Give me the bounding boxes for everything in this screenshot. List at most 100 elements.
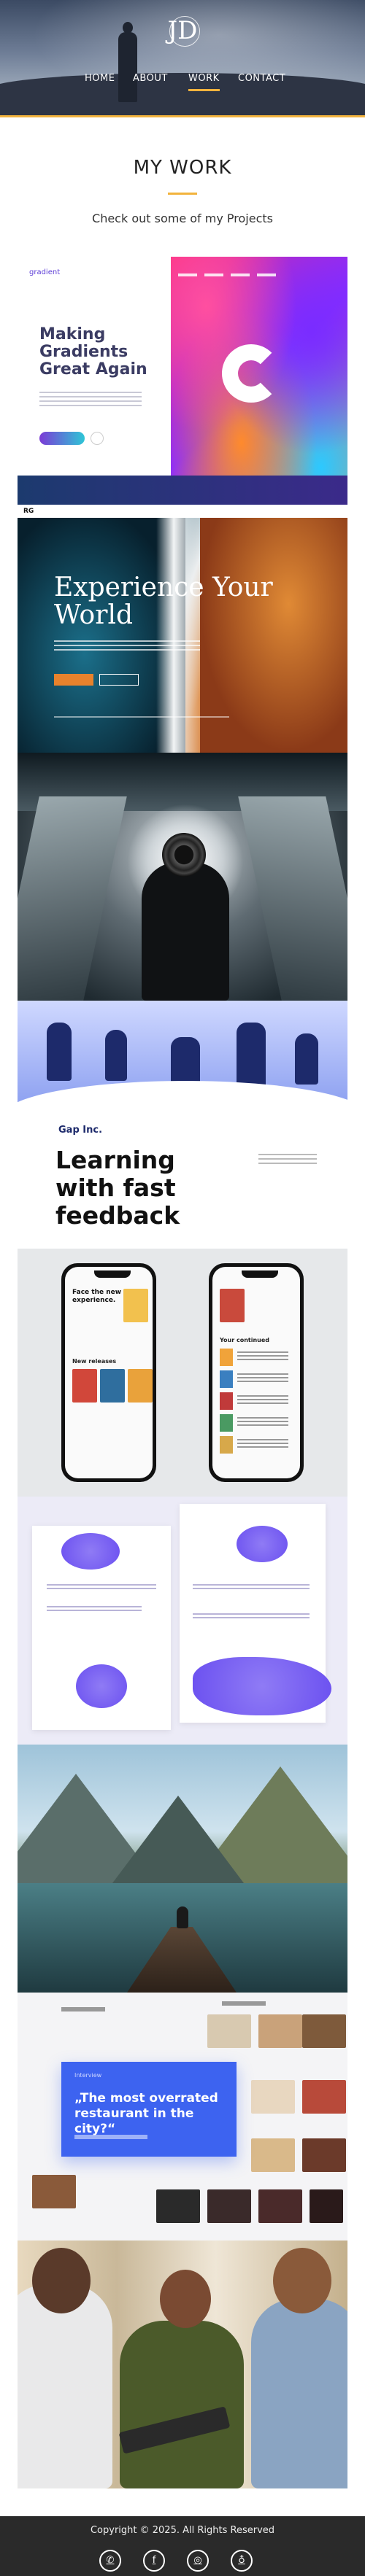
title-underline [168,193,197,195]
whatsapp-icon[interactable]: ✆ [99,2550,121,2572]
footer-copyright: Copyright © 2025. All Rights Reserved [90,2525,275,2536]
gap-brand: Gap Inc. [58,1125,103,1136]
food-thumbnail [302,2080,346,2114]
food-thumbnail [207,2189,251,2223]
hero-banner: JD HOME ABOUT WORK CONTACT [0,0,365,117]
restaurant-card-tag: Interview [74,2072,102,2079]
restaurant-feature-card: Interview „The most overrated restaurant… [61,2062,237,2157]
list-item [220,1436,293,1455]
landing-text [47,1606,142,1613]
food-thumbnail [156,2189,200,2223]
illustration-person [295,1033,318,1085]
restaurant-card-heading: „The most overrated restaurant in the ci… [74,2091,218,2136]
food-thumbnail [258,2189,302,2223]
project-gradient-footer [18,476,347,505]
project-gradient-menu [171,265,347,276]
book-app-heading: Face the new experience. [72,1289,122,1304]
restaurant-nav-text [222,2001,266,2006]
food-thumbnail [251,2080,295,2114]
phone-mockup-left: Face the new experience. New releases [61,1263,156,1482]
food-thumbnail [207,2014,251,2048]
project-restaurant[interactable]: Interview „The most overrated restaurant… [18,1993,347,2241]
project-experience-desc [54,640,200,652]
phone-mockup-right: Your continued [209,1263,304,1482]
person-left [18,2284,112,2488]
food-thumbnail [32,2175,76,2208]
gap-heading: Learning with fast feedback [55,1146,180,1230]
landing-text [47,1584,156,1591]
footer: Copyright © 2025. All Rights Reserved ✆ … [0,2516,365,2576]
phone-screen: Your continued [212,1267,300,1478]
purple-blob [237,1526,288,1562]
phone-screen: Face the new experience. New releases [65,1267,153,1478]
project-gradient-text [39,392,142,409]
person-right [251,2299,347,2488]
food-thumbnail [251,2138,295,2172]
project-experience-cta-secondary [99,674,139,686]
illustration-person [237,1023,266,1088]
project-experience-cta [54,674,93,686]
food-thumbnail [310,2189,343,2223]
project-gradient-heading: Making Gradients Great Again [39,325,147,379]
escalator-right [238,796,347,1001]
github-icon[interactable]: ♁ [231,2550,253,2572]
book-cover [100,1369,125,1403]
project-experience-heading: Experience Your World [54,573,273,630]
project-gradient-brand: gradient [29,268,61,276]
phone-notch [94,1270,131,1278]
list-item [220,1414,293,1433]
hero-divider [0,115,365,117]
restaurant-title-text [61,2007,105,2011]
project-friends-tablet[interactable] [18,2241,347,2488]
continue-label: Your continued [220,1337,270,1343]
project-experience-slider [54,716,229,718]
facebook-icon[interactable]: f [143,2550,165,2572]
list-item [220,1370,293,1389]
book-cover [72,1369,97,1403]
nav-about[interactable]: ABOUT [133,73,168,84]
person-head [160,2270,211,2328]
list-item [220,1349,293,1367]
book-cover [128,1369,153,1403]
instagram-icon[interactable]: ◎ [187,2550,209,2572]
purple-blob [61,1533,120,1570]
landing-text [193,1584,310,1591]
project-experience-header: RG [18,505,347,518]
camera-lens-icon [162,833,206,877]
illustration-person [105,1030,127,1081]
person-head [273,2248,331,2313]
purple-blob [76,1664,127,1708]
list-item [220,1392,293,1411]
project-purple-landing[interactable] [18,1497,347,1745]
restaurant-card-sub [74,2135,147,2139]
book-cover [220,1289,245,1322]
project-experience-world[interactable]: RG Experience Your World [18,505,347,753]
project-photographer[interactable] [18,753,347,1001]
project-mountain-lake[interactable] [18,1745,347,1993]
escalator-left [18,796,127,1001]
phone-notch [242,1270,278,1278]
person-head [32,2248,91,2313]
nav-contact[interactable]: CONTACT [238,73,285,84]
section-title: MY WORK [133,157,232,179]
project-gradient-left [18,257,171,505]
site-logo[interactable]: JD [164,16,201,47]
nav-home[interactable]: HOME [85,73,115,84]
project-gap-inc[interactable]: Gap Inc. Learning with fast feedback [18,1001,347,1249]
food-thumbnail [302,2014,346,2048]
book-cover [123,1289,148,1322]
main-nav: HOME ABOUT WORK CONTACT [0,73,365,91]
project-gradient-play-button [91,432,104,445]
nav-work[interactable]: WORK [188,73,220,91]
sitting-person [177,1906,188,1928]
food-thumbnail [258,2014,302,2048]
project-gradient[interactable]: gradient Making Gradients Great Again [18,257,347,505]
food-thumbnail [302,2138,346,2172]
project-gradient-button [39,432,85,445]
gap-meta [258,1154,317,1164]
new-releases-label: New releases [72,1358,117,1365]
section-subtitle: Check out some of my Projects [92,212,273,225]
project-book-app[interactable]: Face the new experience. New releases Yo… [18,1249,347,1497]
person-center [120,2321,244,2488]
illustration-person [47,1023,72,1081]
